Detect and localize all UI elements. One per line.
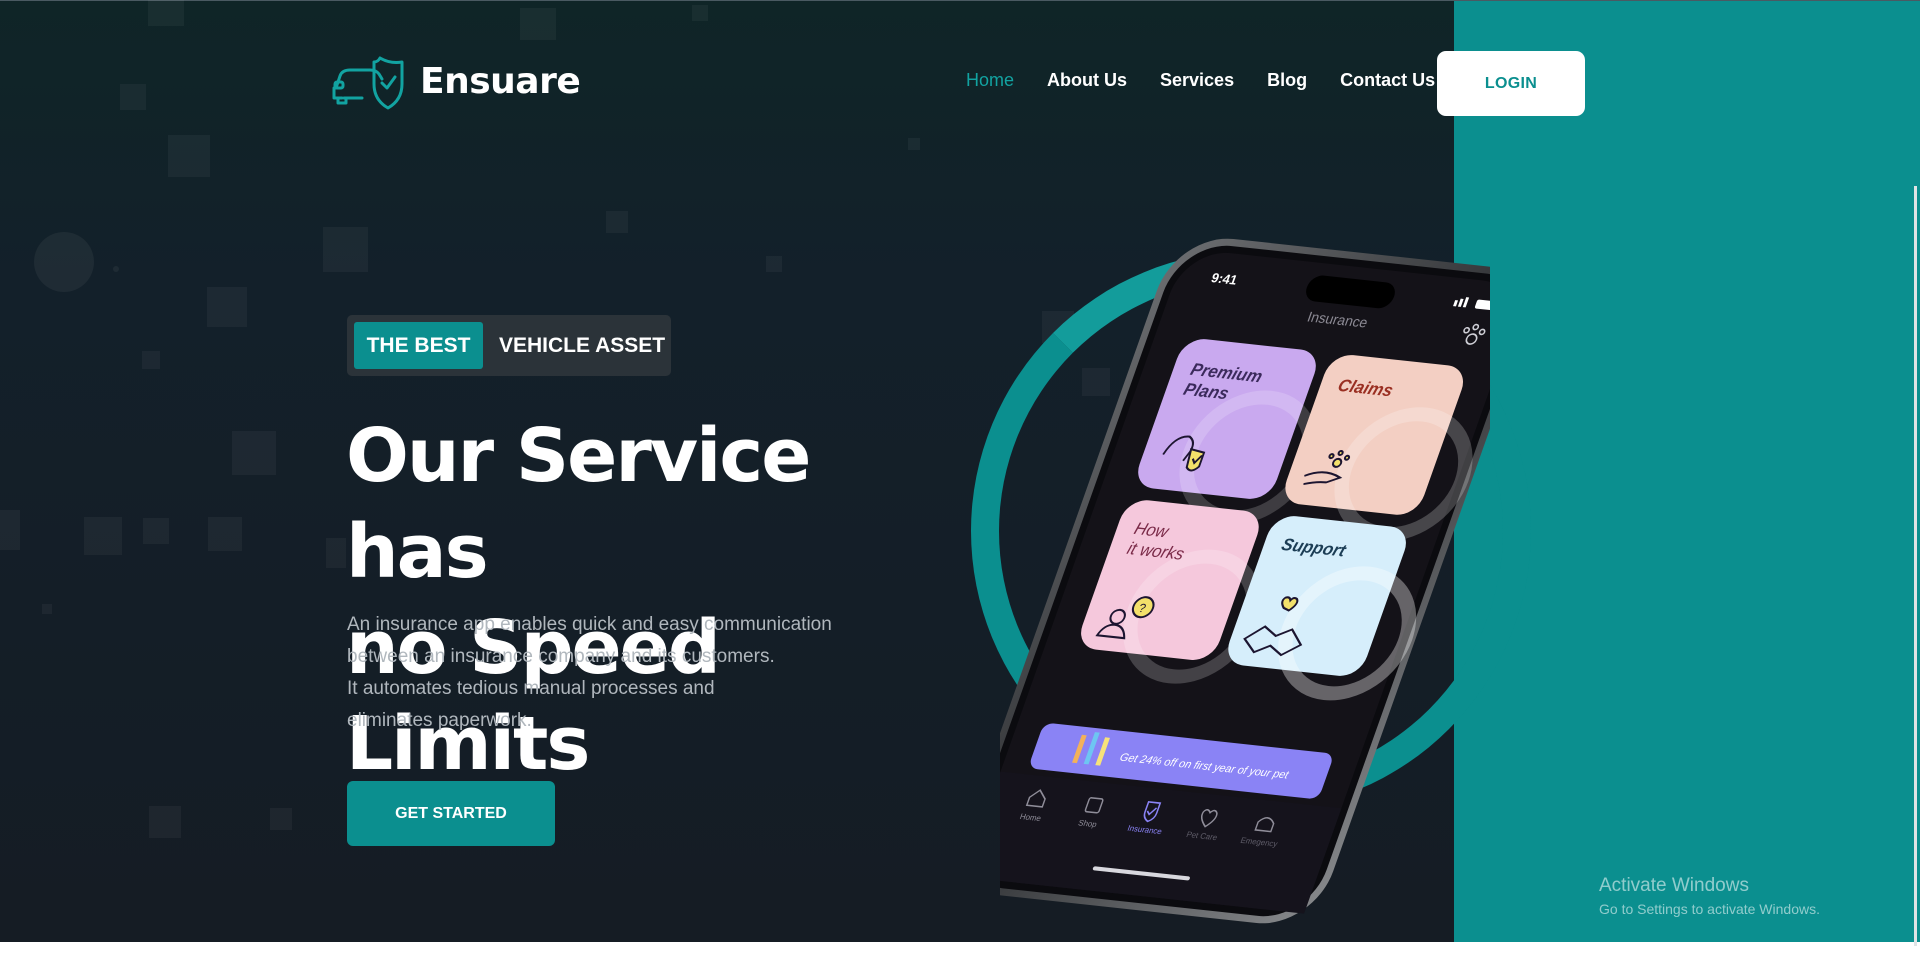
status-time: 9:41 bbox=[1209, 270, 1239, 287]
hero-title-line1: Our Service has bbox=[346, 413, 811, 595]
get-started-button[interactable]: GET STARTED bbox=[347, 781, 555, 846]
top-border bbox=[0, 0, 1920, 1]
description-line: It automates tedious manual processes an… bbox=[347, 678, 715, 699]
activate-windows-subtitle: Go to Settings to activate Windows. bbox=[1599, 901, 1820, 917]
hero-description: An insurance app enables quick and easy … bbox=[347, 609, 907, 737]
nav-about-us[interactable]: About Us bbox=[1047, 70, 1127, 91]
login-button[interactable]: LOGIN bbox=[1437, 51, 1585, 116]
activate-windows-title: Activate Windows bbox=[1599, 875, 1749, 896]
main-nav: Home About Us Services Blog Contact Us bbox=[966, 70, 1435, 91]
phone-mockup: 9:41 Insurance Premium Plans Claims How … bbox=[1000, 238, 1490, 924]
hero-section: Ensuare Home About Us Services Blog Cont… bbox=[0, 0, 1920, 942]
hero-tag: THE BEST VEHICLE ASSET bbox=[347, 315, 671, 376]
nav-blog[interactable]: Blog bbox=[1267, 70, 1307, 91]
landing-page: Ensuare Home About Us Services Blog Cont… bbox=[0, 0, 1920, 969]
description-line: An insurance app enables quick and easy … bbox=[347, 614, 832, 635]
nav-contact-us[interactable]: Contact Us bbox=[1340, 70, 1435, 91]
brand-logo[interactable]: Ensuare bbox=[332, 52, 581, 110]
nav-home[interactable]: Home bbox=[966, 70, 1014, 91]
description-line: eliminates paperwork. bbox=[347, 710, 532, 731]
tag-highlight: THE BEST bbox=[354, 322, 483, 369]
brand-name: Ensuare bbox=[420, 60, 581, 102]
car-shield-icon bbox=[332, 56, 404, 110]
tag-text: VEHICLE ASSET bbox=[499, 333, 666, 357]
page-scrollbar[interactable] bbox=[1914, 186, 1917, 946]
nav-services[interactable]: Services bbox=[1160, 70, 1234, 91]
description-line: between an insurance company and its cus… bbox=[347, 646, 775, 667]
